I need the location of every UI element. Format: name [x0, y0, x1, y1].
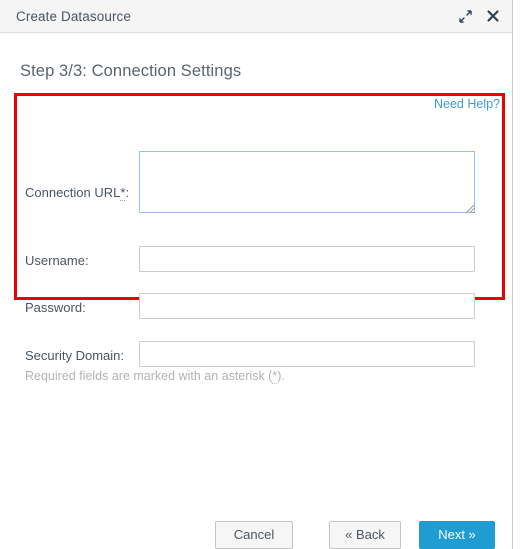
page-title: Step 3/3: Connection Settings [20, 62, 242, 80]
required-hint-prefix: Required fields are marked with an aster… [25, 369, 273, 383]
close-icon[interactable] [484, 7, 502, 25]
dialog-title: Create Datasource [16, 9, 132, 24]
security-domain-label-text: Security Domain [25, 348, 121, 363]
cancel-button[interactable]: Cancel [215, 521, 293, 549]
titlebar-buttons [456, 7, 502, 25]
connection-url-label-colon: : [125, 185, 130, 200]
password-label: Password: [25, 300, 86, 315]
connection-url-label-text: Connection URL [25, 185, 121, 200]
window-outside-area [513, 0, 520, 549]
create-datasource-dialog: Create Datasource Step 3/3: Connection S… [0, 0, 520, 549]
security-domain-input[interactable] [139, 341, 475, 367]
required-fields-hint: Required fields are marked with an aster… [25, 369, 285, 384]
expand-arrows-icon[interactable] [456, 7, 474, 25]
connection-url-input[interactable] [139, 151, 475, 213]
required-hint-suffix: ). [277, 369, 285, 383]
next-button[interactable]: Next » [419, 521, 495, 549]
username-label: Username: [25, 253, 89, 268]
password-label-colon: : [82, 300, 86, 315]
security-domain-label-colon: : [120, 348, 124, 363]
back-button[interactable]: « Back [329, 521, 401, 549]
password-input[interactable] [139, 293, 475, 319]
dialog-titlebar: Create Datasource [0, 0, 512, 33]
security-domain-label: Security Domain: [25, 348, 124, 363]
username-input[interactable] [139, 246, 475, 272]
username-label-colon: : [84, 253, 89, 268]
password-label-text: Password [25, 300, 83, 315]
dialog-body: Step 3/3: Connection Settings Need Help?… [0, 33, 512, 549]
need-help-link[interactable]: Need Help? [434, 97, 500, 111]
connection-url-label: Connection URL*: [25, 185, 130, 201]
username-label-text: Username [25, 253, 85, 268]
